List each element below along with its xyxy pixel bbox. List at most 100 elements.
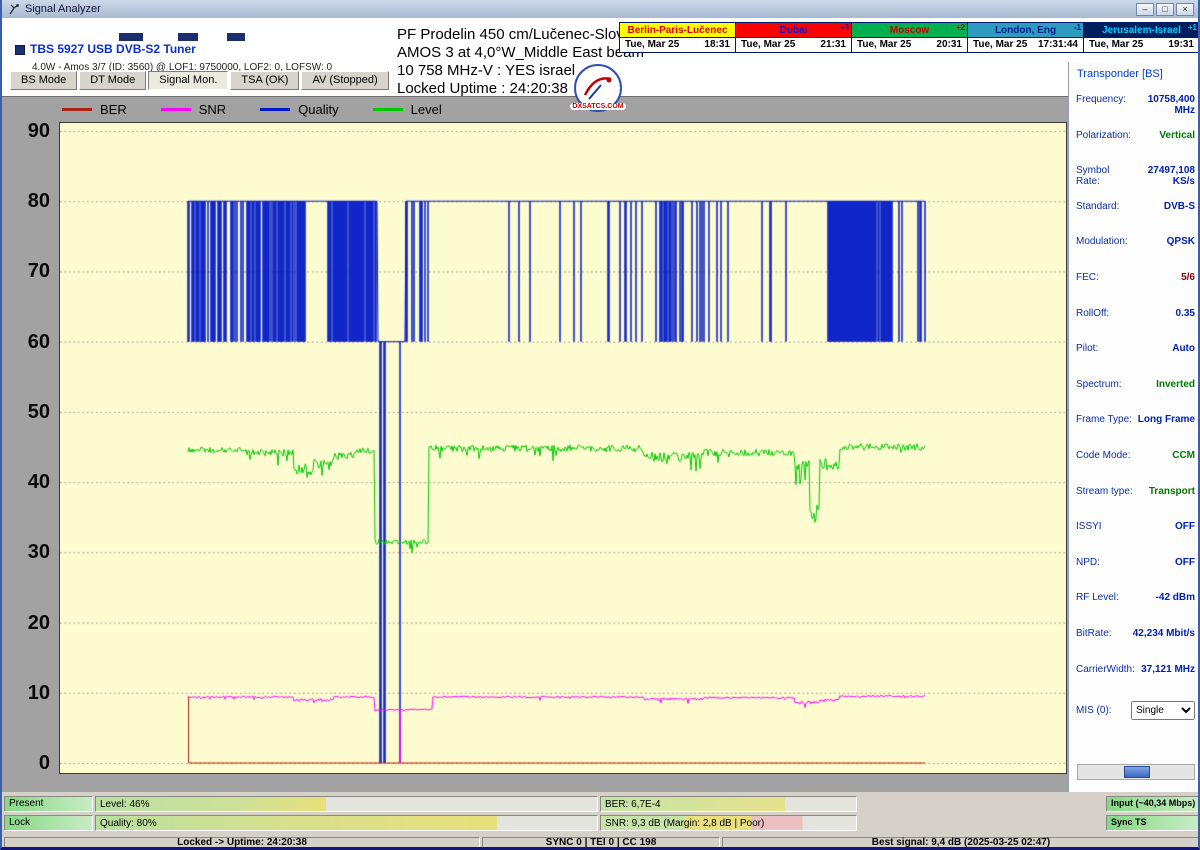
tp-row-carrierwidth: CarrierWidth: 37,121 MHz (1069, 664, 1200, 700)
chart-region: BER SNR Quality Level 90 80 70 60 50 40 30 20 10… (2, 96, 1068, 792)
tp-label: Spectrum: (1076, 379, 1122, 415)
input-indicator: Input (~40,34 Mbps) (1106, 796, 1200, 812)
tp-row-frequency: Frequency: 10758,400 MHz (1069, 94, 1200, 130)
title-bar: Signal Analyzer – □ × (2, 0, 1198, 18)
toolbar-fragment (227, 33, 245, 41)
level-bar: Level: 46% (95, 796, 598, 812)
tp-row-npd: NPD: OFF (1069, 557, 1200, 593)
tab-dt-mode[interactable]: DT Mode (79, 71, 146, 90)
transponder-rows: Frequency: 10758,400 MHz Polarization: V… (1069, 94, 1200, 699)
transponder-title: Transponder [BS] (1069, 68, 1200, 80)
mis-row: MIS (0): Single (1069, 699, 1200, 721)
tp-row-modulation: Modulation: QPSK (1069, 236, 1200, 272)
quality-bar: Quality: 80% (95, 815, 598, 831)
tp-label: RF Level: (1076, 592, 1119, 628)
y-tick-80: 80 (4, 188, 50, 214)
ber-label: BER: 6,7E-4 (605, 798, 661, 811)
tp-value: 5/6 (1181, 272, 1195, 308)
clock-time: Tue, Mar 2520:31 (852, 38, 967, 51)
y-tick-40: 40 (4, 469, 50, 495)
tp-value: CCM (1172, 450, 1195, 486)
tp-label: Code Mode: (1076, 450, 1130, 486)
tp-value: Vertical (1159, 130, 1195, 166)
clock-city: Berlin-Paris-Lučenec (620, 23, 735, 38)
clock-city: Moscow+2 (852, 23, 967, 38)
tp-label: Stream type: (1076, 486, 1133, 522)
tab-tsa-ok[interactable]: TSA (OK) (230, 71, 299, 90)
status-zone: Present Level: 46% BER: 6,7E-4 Input (~4… (2, 792, 1200, 836)
app-window: Signal Analyzer – □ × TBS 5927 USB DVB-S… (0, 0, 1200, 850)
tp-label: Symbol Rate: (1076, 165, 1130, 201)
tp-row-polarization: Polarization: Vertical (1069, 130, 1200, 166)
tp-value: 10758,400 MHz (1126, 94, 1195, 130)
toolbar-fragment (178, 33, 198, 41)
legend-line-icon (161, 108, 191, 111)
tp-label: CarrierWidth: (1076, 664, 1135, 700)
maximize-icon[interactable]: □ (1156, 3, 1174, 16)
signal-plot (59, 122, 1067, 774)
mis-select[interactable]: Single (1131, 701, 1195, 720)
tp-row-rf-level: RF Level: -42 dBm (1069, 592, 1200, 628)
tp-row-pilot: Pilot: Auto (1069, 343, 1200, 379)
snr-label: SNR: 9,3 dB (Margin: 2,8 dB | Poor) (605, 817, 764, 830)
site-line-1: PF Prodelin 450 cm/Lučenec-Slovakia (397, 26, 651, 44)
tp-label: Frame Type: (1076, 414, 1132, 450)
y-tick-50: 50 (4, 399, 50, 425)
tp-value: OFF (1175, 557, 1195, 593)
y-tick-70: 70 (4, 258, 50, 284)
tab-av-stopped[interactable]: AV (Stopped) (301, 71, 388, 90)
y-tick-60: 60 (4, 329, 50, 355)
legend-line-icon (373, 108, 403, 111)
tp-row-spectrum: Spectrum: Inverted (1069, 379, 1200, 415)
y-tick-10: 10 (4, 680, 50, 706)
tp-row-stream-type: Stream type: Transport (1069, 486, 1200, 522)
present-indicator: Present (4, 796, 93, 812)
lock-indicator: Lock (4, 815, 93, 831)
ber-bar: BER: 6,7E-4 (600, 796, 857, 812)
statusbar-best-signal: Best signal: 9,4 dB (2025-03-25 02:47) (722, 837, 1200, 849)
tab-bs-mode[interactable]: BS Mode (10, 71, 77, 90)
toolbar-fragment (119, 33, 143, 41)
tp-label: Standard: (1076, 201, 1119, 237)
statusbar-sync: SYNC 0 | TEI 0 | CC 198 (482, 837, 720, 849)
tp-value: Auto (1172, 343, 1195, 379)
legend-label: SNR (199, 102, 226, 117)
tp-label: FEC: (1076, 272, 1099, 308)
legend-line-icon (260, 108, 290, 111)
site-line-2: AMOS 3 at 4,0°W_Middle East beam (397, 44, 651, 62)
tp-value: -42 dBm (1156, 592, 1195, 628)
legend-snr: SNR (161, 102, 226, 117)
clock-city: Jerusalem-Israel+1 (1084, 23, 1199, 38)
close-icon[interactable]: × (1176, 3, 1194, 16)
tp-value: 42,234 Mbit/s (1133, 628, 1195, 664)
clock-city: London, Eng-1 (968, 23, 1083, 38)
clock-berlin-paris-lu-enec: Berlin-Paris-Lučenec Tue, Mar 2518:31 (620, 23, 736, 52)
status-bar: Locked -> Uptime: 24:20:38 SYNC 0 | TEI … (2, 836, 1200, 850)
clock-time: Tue, Mar 2519:31 (1084, 38, 1199, 51)
scrollbar-thumb[interactable] (1124, 766, 1150, 778)
clock-jerusalem-israel: Jerusalem-Israel+1 Tue, Mar 2519:31 (1084, 23, 1199, 52)
tp-row-fec: FEC: 5/6 (1069, 272, 1200, 308)
tp-row-symbol-rate: Symbol Rate: 27497,108 KS/s (1069, 165, 1200, 201)
legend-line-icon (62, 108, 92, 111)
tab-signal-mon[interactable]: Signal Mon. (148, 71, 228, 90)
tp-value: 0.35 (1176, 308, 1195, 344)
clock-time: Tue, Mar 2517:31:44 (968, 38, 1083, 51)
tp-label: BitRate: (1076, 628, 1112, 664)
tp-value: 27497,108 KS/s (1130, 165, 1195, 201)
minimize-icon[interactable]: – (1136, 3, 1154, 16)
panel-scrollbar[interactable] (1077, 764, 1195, 780)
y-tick-90: 90 (4, 118, 50, 144)
mis-label: MIS (0): (1076, 705, 1112, 716)
clock-offset: +2 (956, 23, 965, 32)
tp-value: OFF (1175, 521, 1195, 557)
chart-legend: BER SNR Quality Level (62, 102, 442, 117)
y-tick-30: 30 (4, 539, 50, 565)
legend-ber: BER (62, 102, 127, 117)
tp-value: DVB-S (1164, 201, 1195, 237)
quality-label: Quality: 80% (100, 817, 157, 830)
clock-time: Tue, Mar 2521:31 (736, 38, 851, 51)
y-tick-20: 20 (4, 610, 50, 636)
tp-label: Polarization: (1076, 130, 1131, 166)
clock-city: Dubai+3 (736, 23, 851, 38)
